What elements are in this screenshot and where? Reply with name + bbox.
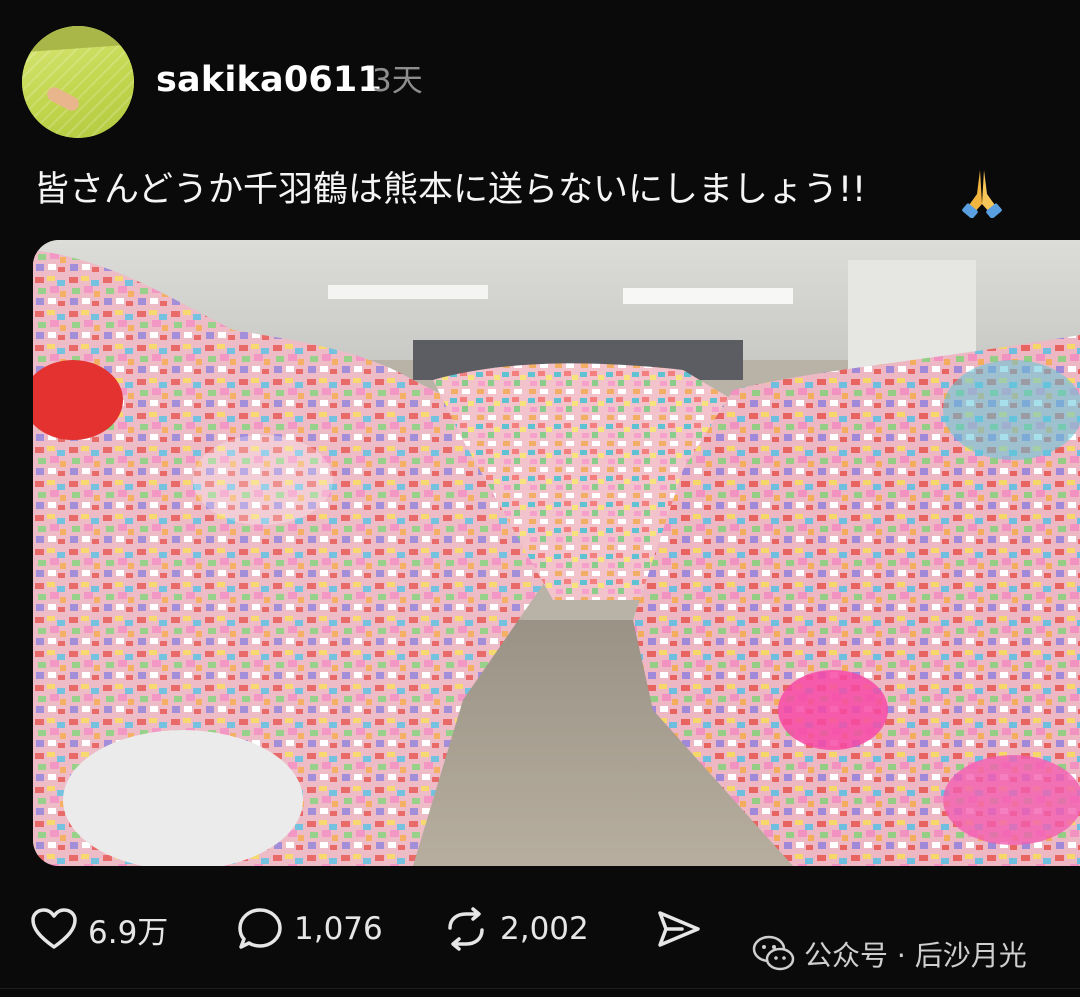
repost-button[interactable]: 2,002 bbox=[442, 902, 589, 956]
paper-cranes-warehouse-image bbox=[33, 240, 1080, 866]
reply-button[interactable]: 1,076 bbox=[236, 902, 383, 956]
heart-icon bbox=[31, 908, 77, 949]
pray-icon bbox=[962, 170, 1002, 218]
divider bbox=[0, 988, 1080, 989]
watermark-text: 公众号 · 后沙月光 bbox=[804, 939, 1027, 972]
post-time: 3天 bbox=[372, 63, 423, 99]
username[interactable]: sakika0611 bbox=[156, 56, 382, 104]
comment-icon bbox=[238, 908, 282, 949]
share-button[interactable] bbox=[656, 902, 702, 956]
watermark: 公众号 · 后沙月光 bbox=[752, 926, 1027, 982]
like-count: 6.9万 bbox=[88, 914, 169, 951]
repost-count: 2,002 bbox=[500, 911, 589, 947]
send-icon bbox=[658, 911, 700, 947]
like-button[interactable]: 6.9万 bbox=[30, 902, 168, 956]
wechat-icon bbox=[752, 935, 795, 971]
post-card: sakika0611 3天 皆さんどうか千羽鶴は熊本に送らないにしましょう!! bbox=[0, 0, 1080, 997]
reply-count: 1,076 bbox=[294, 911, 383, 947]
post-caption: 皆さんどうか千羽鶴は熊本に送らないにしましょう!! bbox=[34, 170, 867, 210]
repost-icon bbox=[448, 907, 484, 951]
post-photo[interactable] bbox=[33, 240, 1080, 866]
avatar[interactable] bbox=[22, 26, 134, 138]
